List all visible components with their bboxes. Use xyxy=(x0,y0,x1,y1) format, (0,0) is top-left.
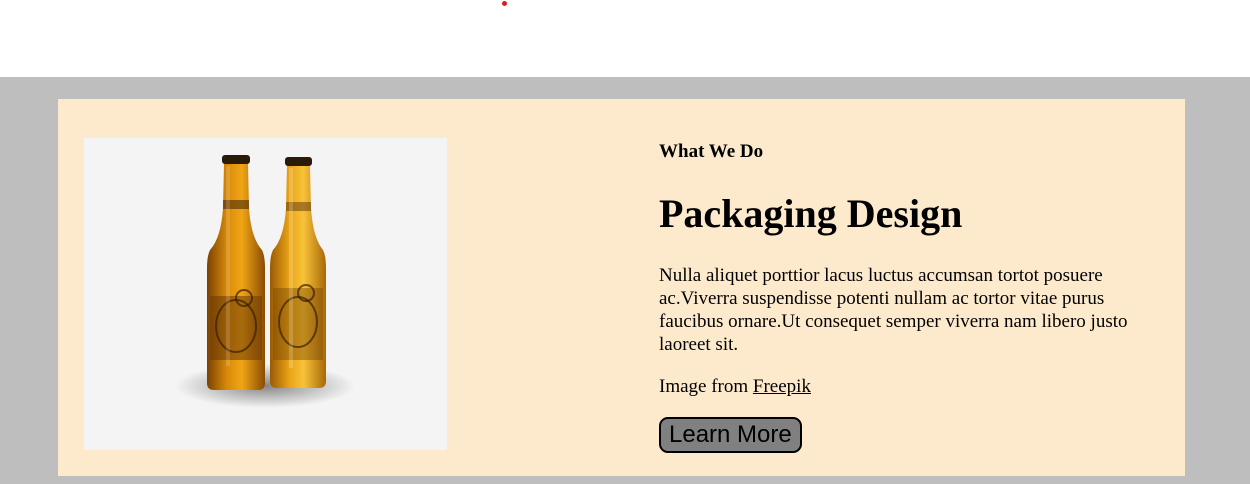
right-bottle xyxy=(270,157,326,388)
feature-section: What We Do Packaging Design Nulla alique… xyxy=(0,77,1250,484)
feature-description: Nulla aliquet porttior lacus luctus accu… xyxy=(659,265,1128,355)
beer-bottles-illustration xyxy=(175,155,355,408)
left-bottle xyxy=(207,155,265,390)
feature-card: What We Do Packaging Design Nulla alique… xyxy=(58,99,1185,476)
feature-content: What We Do Packaging Design Nulla alique… xyxy=(659,141,1129,453)
image-credit: Image from Freepik xyxy=(659,375,1129,398)
credit-prefix: Image from xyxy=(659,376,753,397)
section-eyebrow: What We Do xyxy=(659,141,764,162)
freepik-link[interactable]: Freepik xyxy=(753,376,811,397)
learn-more-button[interactable]: Learn More xyxy=(659,417,802,453)
product-image xyxy=(84,138,447,450)
top-area xyxy=(0,0,1250,77)
red-dot-marker xyxy=(502,1,507,6)
feature-title: Packaging Design xyxy=(659,191,963,236)
